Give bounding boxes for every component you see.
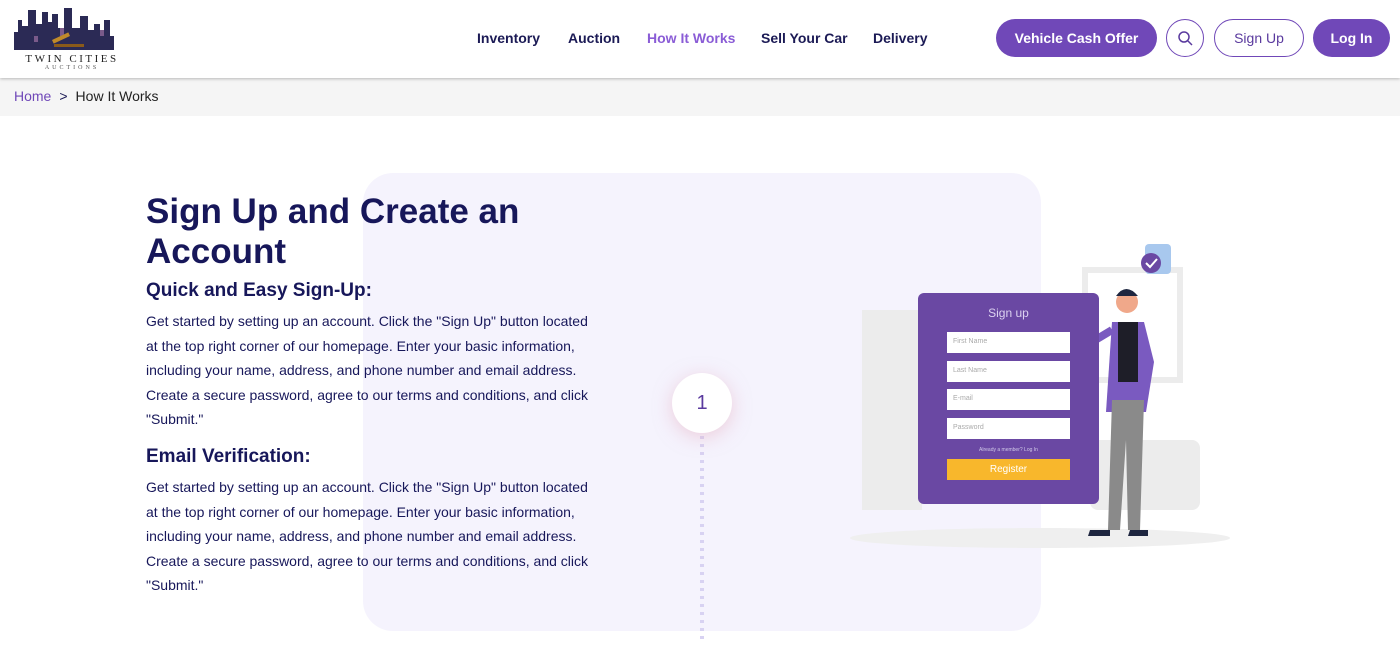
section-text: Get started by setting up an account. Cl… [146, 479, 589, 593]
nav-delivery[interactable]: Delivery [873, 30, 927, 46]
breadcrumb: Home > How It Works [0, 78, 1400, 116]
timeline-line [700, 436, 704, 644]
sign-up-button[interactable]: Sign Up [1214, 19, 1304, 57]
illus-register: Register [947, 459, 1070, 480]
illus-member-text: Already a member? Log In [979, 447, 1038, 453]
search-icon [1178, 31, 1193, 46]
page-title: Sign Up and Create an Account [146, 192, 520, 271]
illus-field: Last Name [947, 361, 1070, 382]
search-button[interactable] [1166, 19, 1204, 57]
breadcrumb-separator: > [59, 88, 68, 104]
illus-field: First Name [947, 332, 1070, 353]
nav-sell-your-car[interactable]: Sell Your Car [761, 30, 848, 46]
log-in-button[interactable]: Log In [1313, 19, 1390, 57]
illus-field: Password [947, 418, 1070, 439]
vehicle-cash-offer-button[interactable]: Vehicle Cash Offer [996, 19, 1157, 57]
illus-field: E-mail [947, 389, 1070, 410]
nav-auction[interactable]: Auction [568, 30, 620, 46]
step-number: 1 [672, 373, 732, 433]
section-text: Get started by setting up an account. Cl… [146, 313, 589, 427]
logo[interactable]: TWIN CITIES AUCTIONS [14, 6, 130, 74]
city-skyline-logo-icon [14, 8, 114, 50]
section-heading: Quick and Easy Sign-Up: [146, 280, 372, 301]
header: TWIN CITIES AUCTIONS Inventory Auction H… [0, 0, 1400, 78]
section-heading: Email Verification: [146, 446, 311, 467]
signup-form-illustration: Sign up First Name Last Name E-mail Pass… [918, 293, 1099, 504]
nav-how-it-works[interactable]: How It Works [647, 30, 735, 46]
breadcrumb-current: How It Works [75, 88, 159, 104]
nav-inventory[interactable]: Inventory [477, 30, 540, 46]
breadcrumb-home[interactable]: Home [14, 88, 51, 106]
